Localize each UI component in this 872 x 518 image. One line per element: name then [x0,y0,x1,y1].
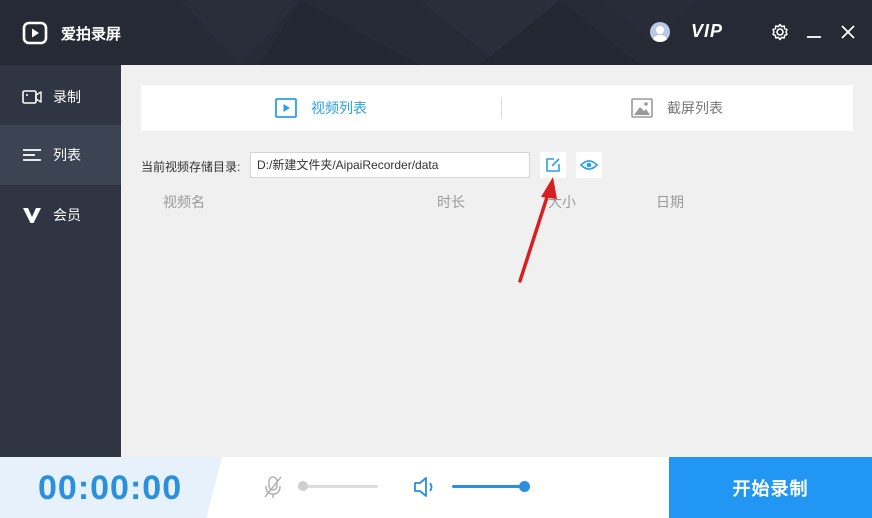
tab-bar: 视频列表 截屏列表 [141,85,853,131]
sidebar-item-label: 录制 [53,89,81,105]
storage-dir-input[interactable]: D:/新建文件夹/AipaiRecorder/data [250,152,530,178]
sidebar-item-record[interactable]: 录制 [0,67,121,127]
close-icon[interactable] [838,22,858,42]
app-logo-icon [22,21,48,45]
sidebar-item-label: 会员 [53,207,81,223]
open-dir-button[interactable] [576,152,602,178]
mic-volume-handle[interactable] [298,481,308,491]
edit-dir-button[interactable] [540,152,566,178]
play-icon [275,98,297,118]
title-bar: 爱拍录屏 VIP [0,0,872,65]
mic-volume-slider[interactable] [302,485,378,488]
sidebar-item-member[interactable]: 会员 [0,185,121,245]
user-avatar-icon [653,26,667,42]
sidebar-item-label: 列表 [53,147,81,163]
vip-v-icon [23,208,41,223]
recording-timer: 00:00:00 [38,469,183,507]
app-title: 爱拍录屏 [61,26,122,43]
list-icon [23,149,41,161]
column-header-size[interactable]: 大小 [548,192,576,212]
bottom-bar: 00:00:00 开始录制 [0,457,872,518]
main-content: 视频列表 截屏列表 当前视频存储目录: D:/新建文件夹/AipaiRecord… [121,65,872,457]
settings-gear-icon[interactable] [770,22,790,42]
speaker-icon[interactable] [412,475,438,499]
image-icon [631,98,653,118]
sidebar: 录制 列表 会员 [0,65,121,457]
microphone-muted-icon[interactable] [262,475,284,499]
sidebar-item-list[interactable]: 列表 [0,125,121,185]
speaker-volume-handle[interactable] [519,481,530,492]
column-header-duration[interactable]: 时长 [437,192,465,212]
column-header-name[interactable]: 视频名 [163,192,205,212]
start-recording-button[interactable]: 开始录制 [669,457,872,518]
vip-label[interactable]: VIP [691,21,723,42]
tab-label: 视频列表 [311,100,367,116]
minimize-icon[interactable] [805,22,823,42]
column-header-date[interactable]: 日期 [656,192,684,212]
video-camera-icon [22,90,42,104]
background-pattern [180,0,700,65]
tab-screenshot-list[interactable]: 截屏列表 [501,85,853,131]
storage-dir-label: 当前视频存储目录: [141,160,241,174]
start-recording-label: 开始录制 [732,478,809,499]
speaker-volume-slider[interactable] [452,485,524,488]
user-avatar[interactable] [650,22,670,42]
eye-icon [580,160,598,170]
edit-icon [546,158,560,172]
tab-video-list[interactable]: 视频列表 [141,85,501,131]
tab-label: 截屏列表 [667,100,723,116]
